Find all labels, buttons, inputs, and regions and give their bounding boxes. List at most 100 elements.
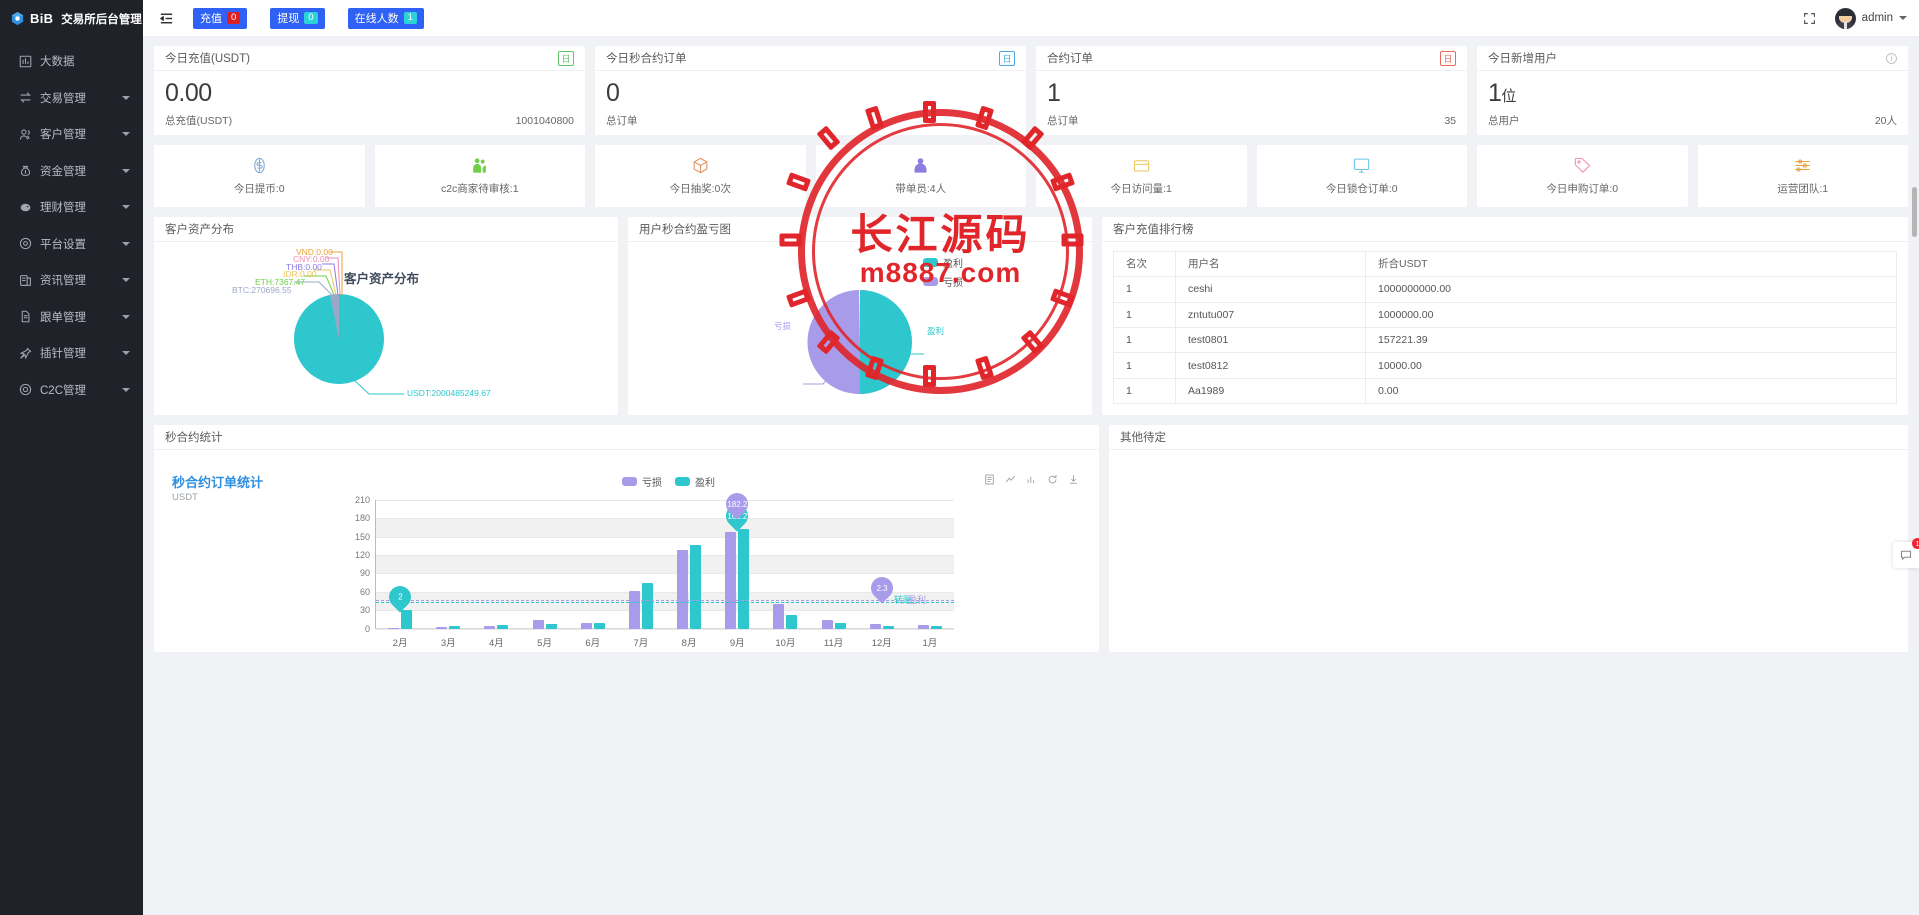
page-scrollbar[interactable] xyxy=(1912,187,1917,237)
bar-loss[interactable] xyxy=(725,531,737,629)
x-axis-tick: 5月 xyxy=(537,637,552,649)
withdraw-button[interactable]: 提现 0 xyxy=(270,7,325,29)
bar-profit[interactable] xyxy=(449,626,461,629)
bar-loss[interactable] xyxy=(388,627,400,629)
bar-profit[interactable] xyxy=(593,623,605,629)
legend-item-profit[interactable]: 盈利 xyxy=(675,474,715,489)
bar-profit[interactable] xyxy=(641,582,653,629)
bar-switch-icon[interactable] xyxy=(1026,474,1037,485)
sidebar-item-news[interactable]: 资讯管理 xyxy=(0,262,143,299)
sidebar-item-c2c[interactable]: C2C管理 xyxy=(0,372,143,409)
table-row: 1 test0801 157221.39 xyxy=(1113,326,1897,354)
bar-profit[interactable] xyxy=(690,544,702,629)
table-row: 1 test0812 10000.00 xyxy=(1113,352,1897,379)
bar-loss[interactable] xyxy=(917,625,929,629)
bar-profit[interactable] xyxy=(401,610,413,629)
tile-operation-team[interactable]: 运营团队:1 xyxy=(1697,144,1908,207)
tile-withdraw-today[interactable]: 今日提币:0 xyxy=(154,144,365,207)
bar-profit[interactable] xyxy=(834,623,846,629)
tile-row: 今日提币:0 c2c商家待审核:1 今日抽奖:0次 带单员:4人 今日访问量:1 xyxy=(154,144,1908,207)
kpi-value: 0.00 xyxy=(165,79,212,107)
bar-loss[interactable] xyxy=(532,620,544,629)
bar-profit[interactable] xyxy=(930,626,942,629)
bar-profit[interactable] xyxy=(786,614,798,629)
pie-label-usdt: USDT:2000485249.67 xyxy=(407,387,491,398)
bar-loss[interactable] xyxy=(677,550,689,629)
bar-loss[interactable] xyxy=(580,622,592,629)
pie-slice-label-profit: 盈利 xyxy=(927,325,945,336)
document-icon xyxy=(18,309,33,324)
bar-loss[interactable] xyxy=(484,626,496,629)
bar-loss[interactable] xyxy=(773,604,785,629)
gridline xyxy=(376,536,954,538)
bar-profit[interactable] xyxy=(497,625,509,629)
chevron-down-icon xyxy=(122,168,130,173)
day-badge[interactable]: 日 xyxy=(1440,50,1456,66)
tile-visits-today[interactable]: 今日访问量:1 xyxy=(1036,144,1247,207)
gridline xyxy=(376,555,954,557)
bar-loss[interactable] xyxy=(436,626,448,629)
info-icon[interactable]: i xyxy=(1886,52,1897,64)
column-header-usdt: 折合USDT xyxy=(1365,250,1897,278)
sidebar-item-platform[interactable]: 平台设置 xyxy=(0,226,143,263)
message-float-button[interactable]: 1 xyxy=(1893,538,1919,568)
sidebar-item-funds[interactable]: 资金管理 xyxy=(0,153,143,190)
download-icon[interactable] xyxy=(1068,474,1079,485)
x-axis-tick: 11月 xyxy=(823,637,844,649)
data-view-icon[interactable] xyxy=(984,474,995,485)
kpi-foot-value: 1001040800 xyxy=(515,114,574,127)
tile-traders[interactable]: 带单员:4人 xyxy=(815,144,1026,207)
kpi-title: 今日秒合约订单 xyxy=(606,53,687,65)
day-badge[interactable]: 日 xyxy=(558,50,574,66)
kpi-footer: 总充值(USDT) 1001040800 xyxy=(165,113,574,128)
tile-lottery-today[interactable]: 今日抽奖:0次 xyxy=(595,144,806,207)
cell-rank: 1 xyxy=(1113,276,1176,303)
seconds-contract-stats-panel: 秒合约统计 秒合约订单统计 USDT 亏损 盈利 0 30 60 90 120 … xyxy=(154,424,1099,652)
tile-subscribe-orders-today[interactable]: 今日申购订单:0 xyxy=(1477,144,1688,207)
refresh-icon[interactable] xyxy=(1047,474,1058,485)
cell-rank: 1 xyxy=(1113,301,1176,328)
tile-lock-orders-today[interactable]: 今日锁仓订单:0 xyxy=(1256,144,1467,207)
brand[interactable]: BiB 交易所后台管理 xyxy=(0,0,143,37)
fullscreen-icon[interactable] xyxy=(1799,7,1821,29)
legend-loss[interactable]: 亏损 xyxy=(923,274,963,289)
bar-loss[interactable] xyxy=(869,624,881,629)
deposit-button[interactable]: 充值 0 xyxy=(193,7,248,29)
legend-item-loss[interactable]: 亏损 xyxy=(622,474,662,489)
withdraw-count-badge: 0 xyxy=(304,12,318,24)
online-users-button[interactable]: 在线人数 1 xyxy=(347,7,424,29)
sidebar-item-label: 插针管理 xyxy=(40,348,86,361)
x-axis-tick: 10月 xyxy=(775,637,796,649)
sidebar-item-bigdata[interactable]: 大数据 xyxy=(0,43,143,80)
sidebar-item-finance[interactable]: 理财管理 xyxy=(0,189,143,226)
sidebar-item-pin[interactable]: 插针管理 xyxy=(0,335,143,372)
user-menu[interactable]: admin xyxy=(1834,7,1907,29)
sidebar-item-label: 资讯管理 xyxy=(40,275,86,288)
tile-label: 今日锁仓订单:0 xyxy=(1325,182,1398,195)
hamburger-icon[interactable] xyxy=(153,5,179,31)
profit-loss-panel: 用户秒合约盈亏图 亏损 盈利 盈利 亏损 xyxy=(628,216,1092,415)
sidebar-item-trade[interactable]: 交易管理 xyxy=(0,80,143,117)
cell-usdt: 10000.00 xyxy=(1365,352,1897,379)
bar-loss[interactable] xyxy=(628,590,640,629)
sidebar-item-label: 理财管理 xyxy=(40,202,86,215)
line-switch-icon[interactable] xyxy=(1005,474,1016,485)
bar-loss[interactable] xyxy=(821,620,833,629)
main-area: 充值 0 提现 0 在线人数 1 admin 今日充值(USDT) 日 0.00… xyxy=(143,0,1919,915)
tile-c2c-pending[interactable]: c2c商家待审核:1 xyxy=(374,144,585,207)
bottom-row: 秒合约统计 秒合约订单统计 USDT 亏损 盈利 0 30 60 90 120 … xyxy=(154,424,1908,652)
bar-profit[interactable] xyxy=(882,625,894,629)
sidebar-item-follow[interactable]: 跟单管理 xyxy=(0,299,143,336)
bar-profit[interactable] xyxy=(545,624,557,629)
x-axis-tick: 8月 xyxy=(681,637,697,649)
sidebar-item-customer[interactable]: 客户管理 xyxy=(0,116,143,153)
bar-chart: 秒合约订单统计 USDT 亏损 盈利 0 30 60 90 120 150 18… xyxy=(154,450,1099,651)
x-axis-tick: 6月 xyxy=(585,637,601,649)
bar-profit[interactable] xyxy=(738,529,750,629)
legend-profit[interactable]: 盈利 xyxy=(923,255,963,270)
bib-logo-icon xyxy=(10,11,25,26)
profit-legend: 盈利 亏损 xyxy=(923,255,963,289)
day-badge[interactable]: 日 xyxy=(999,50,1015,66)
kpi-body: 1位 总用户 20人 xyxy=(1477,71,1908,135)
pin-icon xyxy=(18,346,33,361)
